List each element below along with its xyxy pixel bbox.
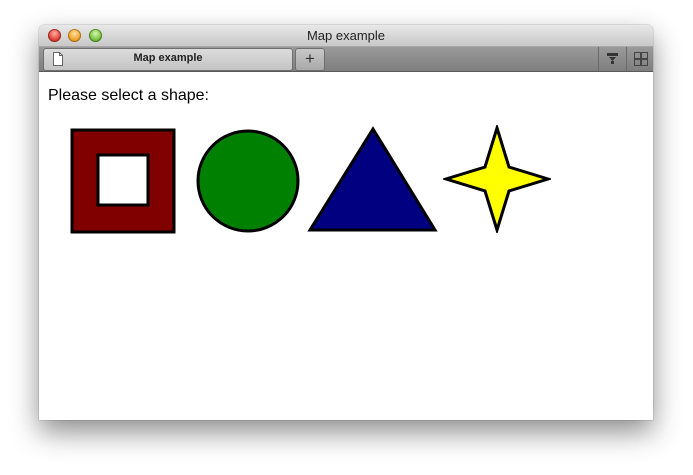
page-prompt: Please select a shape: [48,87,209,104]
page-content: Please select a shape: [39,72,653,420]
tab-map-example[interactable]: Map example [43,48,293,71]
downloads-icon [607,53,618,64]
downloads-button[interactable] [598,47,626,71]
tab-overview-button[interactable] [626,47,653,71]
square-shape[interactable] [70,128,176,234]
star-shape[interactable] [443,125,551,233]
tab-overview-icon [634,52,648,66]
browser-window: Map example Map example + Please select … [39,25,653,420]
title-bar[interactable]: Map example [39,25,653,47]
window-title: Map example [306,28,386,43]
circle-shape[interactable] [195,128,301,234]
new-tab-button[interactable]: + [295,48,325,71]
tab-bar: Map example + [39,47,653,72]
tab-label: Map example [133,52,203,64]
triangle-shape[interactable] [307,126,439,234]
